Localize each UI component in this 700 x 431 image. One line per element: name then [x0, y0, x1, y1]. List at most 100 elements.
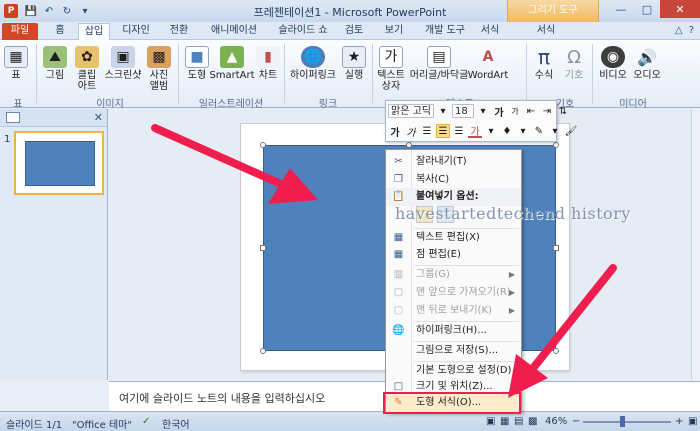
slide-thumbnail[interactable] — [14, 131, 104, 195]
menu-item-copy[interactable]: ❐ 복사(C) — [386, 171, 521, 189]
fill-dropdown-icon[interactable]: ▾ — [516, 124, 530, 138]
ribbon-collapse-icon[interactable]: △ — [675, 25, 683, 36]
chart-button[interactable]: ▮ 차트 — [256, 46, 280, 81]
menu-item-hyperlink[interactable]: 🌐 하이퍼링크(H)... — [386, 322, 521, 340]
action-button[interactable]: ★ 실행 — [342, 46, 366, 81]
customize-qat-icon[interactable]: ▾ — [78, 4, 92, 18]
screenshot-button[interactable]: ▣ 스크린샷 — [104, 46, 142, 81]
video-button[interactable]: ◉ 비디오 — [598, 46, 628, 81]
maximize-icon[interactable]: □ — [634, 0, 660, 18]
equation-button[interactable]: π 수식 — [532, 46, 556, 82]
theme-name[interactable]: "Office 테마" — [72, 416, 132, 431]
hyperlink-button[interactable]: 🌐 하이퍼링크 — [288, 46, 338, 81]
save-icon[interactable]: 💾 — [24, 4, 38, 18]
zoom-out-icon[interactable]: − — [572, 416, 580, 427]
font-name-box[interactable]: 맑은 고딕 — [388, 104, 434, 118]
text-direction-icon[interactable]: ⇅ — [556, 104, 570, 118]
send-back-icon: ▢ — [393, 305, 404, 316]
align-left-icon[interactable]: ☰ — [420, 124, 434, 138]
align-center-icon[interactable]: ☰ — [436, 124, 450, 138]
outline-color-icon[interactable]: ✎ — [532, 124, 546, 138]
menu-item-edit-points[interactable]: ▦ 점 편집(E) — [386, 246, 521, 264]
clipart-button[interactable]: ✿ 클립 아트 — [74, 46, 100, 92]
zoom-in-icon[interactable]: + — [675, 416, 683, 427]
font-size-box[interactable]: 18 — [452, 104, 474, 118]
fill-color-icon[interactable]: ♦ — [500, 124, 514, 138]
font-dropdown-icon[interactable]: ▾ — [436, 104, 450, 118]
tab-home[interactable]: 홈 — [48, 23, 72, 40]
font-color-dropdown-icon[interactable]: ▾ — [484, 124, 498, 138]
menu-item-save-as-picture[interactable]: 그림으로 저장(S)... — [386, 342, 521, 360]
table-button[interactable]: ▦ 표 — [4, 46, 28, 81]
resize-handle-e[interactable] — [553, 245, 559, 251]
powerpoint-app-icon[interactable]: P — [4, 4, 18, 18]
resize-handle-se[interactable] — [553, 348, 559, 354]
resize-handle-ne[interactable] — [553, 142, 559, 148]
indent-decrease-icon[interactable]: ⇤ — [524, 104, 538, 118]
zoom-slider-thumb[interactable] — [620, 416, 625, 427]
tab-format-2[interactable]: 서식 — [532, 23, 560, 40]
menu-item-group[interactable]: ▥ 그룹(G) ▶ — [386, 266, 521, 284]
undo-icon[interactable]: ↶ — [42, 4, 56, 18]
tab-slideshow[interactable]: 슬라이드 쇼 — [272, 23, 334, 40]
photo-album-button[interactable]: ▩ 사진 앨범 — [146, 46, 172, 92]
align-right-icon[interactable]: ☰ — [452, 124, 466, 138]
tab-design[interactable]: 디자인 — [116, 23, 156, 40]
tab-developer[interactable]: 개발 도구 — [420, 23, 470, 40]
grow-font-button[interactable]: 가 — [492, 104, 506, 119]
resize-handle-n[interactable] — [406, 142, 412, 148]
tab-format-1[interactable]: 서식 — [476, 23, 504, 40]
help-icon[interactable]: ? — [689, 25, 694, 36]
resize-handle-nw[interactable] — [260, 142, 266, 148]
tab-file[interactable]: 파일 — [2, 23, 38, 40]
zoom-level[interactable]: 46% — [545, 416, 567, 427]
normal-view-icon[interactable]: ▣ — [486, 416, 495, 427]
italic-button[interactable]: 가 — [404, 124, 418, 139]
reading-view-icon[interactable]: ▤ — [514, 416, 523, 427]
menu-item-cut[interactable]: ✂ 잘라내기(T) — [386, 153, 521, 171]
close-pane-icon[interactable]: ✕ — [94, 111, 103, 124]
slide-sorter-icon[interactable]: ▦ — [500, 416, 509, 427]
menu-item-bring-to-front[interactable]: ▢ 맨 앞으로 가져오기(R) ▶ — [386, 284, 521, 302]
video-icon: ◉ — [601, 46, 625, 68]
zoom-slider-track[interactable] — [583, 421, 671, 423]
header-footer-icon: ▤ — [427, 46, 451, 68]
tab-transitions[interactable]: 전환 — [162, 23, 196, 40]
header-footer-button[interactable]: ▤ 머리글/바닥글 — [408, 46, 470, 81]
audio-button[interactable]: 🔊 오디오 — [632, 46, 662, 81]
tab-insert[interactable]: 삽입 — [78, 23, 110, 41]
tab-review[interactable]: 검토 — [340, 23, 368, 40]
wordart-icon: A — [482, 48, 494, 65]
language[interactable]: 한국어 — [162, 416, 190, 431]
close-icon[interactable]: ✕ — [660, 0, 700, 18]
shapes-button[interactable]: ■ 도형 — [184, 46, 210, 81]
shrink-font-button[interactable]: 가 — [508, 104, 522, 118]
size-dropdown-icon[interactable]: ▾ — [476, 104, 490, 118]
bold-button[interactable]: 가 — [388, 124, 402, 139]
resize-handle-sw[interactable] — [260, 348, 266, 354]
picture-button[interactable]: ⛰ 그림 — [42, 46, 68, 81]
smartart-button[interactable]: ▲ SmartArt — [209, 46, 255, 81]
format-painter-icon[interactable]: 🖌 — [564, 124, 578, 138]
menu-item-send-to-back[interactable]: ▢ 맨 뒤로 보내기(K) ▶ — [386, 302, 521, 320]
notes-placeholder: 여기에 슬라이드 노트의 내용을 입력하십시오 — [119, 392, 326, 405]
indent-increase-icon[interactable]: ⇥ — [540, 104, 554, 118]
tab-view[interactable]: 보기 — [380, 23, 408, 40]
slideshow-view-icon[interactable]: ▩ — [528, 416, 537, 427]
slides-tab-icon[interactable] — [6, 112, 20, 123]
outline-dropdown-icon[interactable]: ▾ — [548, 124, 562, 138]
wordart-button[interactable]: A WordArt — [468, 46, 509, 82]
redo-icon[interactable]: ↻ — [60, 4, 74, 18]
submenu-arrow-icon: ▶ — [508, 306, 515, 315]
font-color-button[interactable]: 가 — [468, 124, 482, 138]
proofing-icon[interactable]: ✓ — [142, 416, 150, 427]
fit-window-icon[interactable]: ▣ — [688, 416, 697, 427]
resize-handle-w[interactable] — [260, 245, 266, 251]
symbol-button[interactable]: Ω 기호 — [562, 46, 586, 81]
tab-animations[interactable]: 애니메이션 — [204, 23, 264, 40]
group-icon: ▥ — [393, 269, 404, 280]
vertical-scrollbar[interactable] — [691, 109, 700, 380]
textbox-button[interactable]: 가 텍스트 상자 — [376, 46, 406, 92]
minimize-icon[interactable]: — — [608, 0, 634, 18]
menu-item-edit-text[interactable]: ▦ 텍스트 편집(X) — [386, 229, 521, 247]
